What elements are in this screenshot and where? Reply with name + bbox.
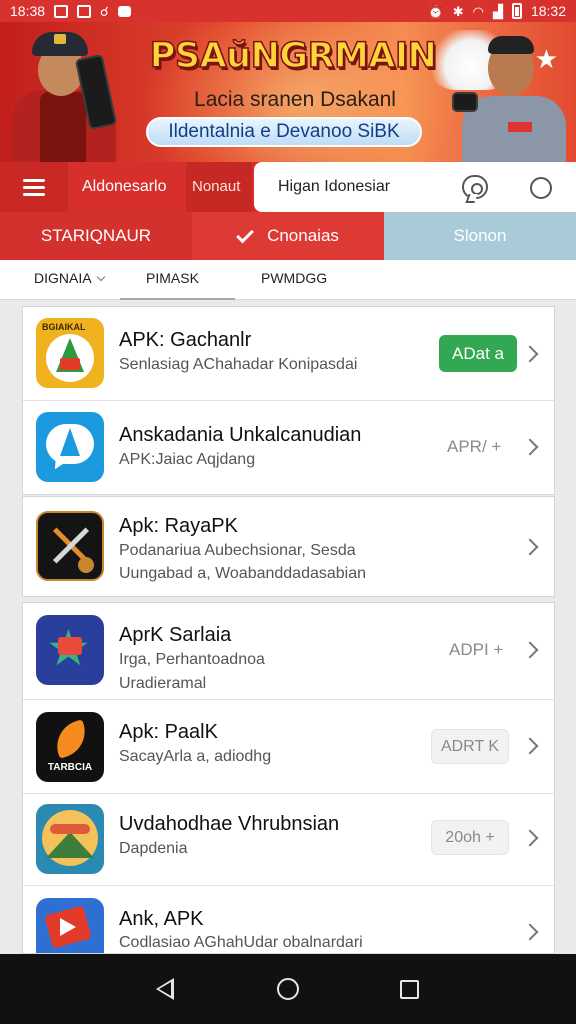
app-subtitle-2: Uungabad a, Woabanddadasabian xyxy=(119,565,367,582)
chevron-right-icon xyxy=(521,345,539,363)
search-row: Aldonesarlo Nonaut Higan Idonesiar xyxy=(0,162,576,212)
list-item[interactable]: BGIAIKAL APK: Gachanlr Senlasiag AChahad… xyxy=(23,307,554,401)
app-icon xyxy=(36,511,104,581)
tab-2-label: Cnonaias xyxy=(267,226,339,245)
chevron-right-icon xyxy=(521,737,539,755)
app-subtitle: Dapdenia xyxy=(119,840,188,857)
banner-pill: Ildentalnia e Devanoo SiBK xyxy=(146,117,422,147)
promo-banner[interactable]: ★ PSAŭNGRMAIN Lacia sranen Dsakanl Ilden… xyxy=(0,22,576,162)
signal-icon: ▟ xyxy=(492,3,503,19)
search-input[interactable]: Higan Idonesiar xyxy=(254,162,576,212)
download-label[interactable]: ADPI + xyxy=(449,640,503,660)
chat-icon[interactable] xyxy=(462,175,488,199)
wifi-icon: ◠ xyxy=(472,3,484,19)
notification-icon xyxy=(77,4,92,18)
banner-subtitle: Lacia sranen Dsakanl xyxy=(194,88,396,111)
app-title: Uvdahodhae Vhrubnsian xyxy=(119,813,340,835)
tab-3[interactable]: Slonon xyxy=(384,212,576,260)
banner-title: PSAŭNGRMAIN xyxy=(149,35,438,77)
chevron-right-icon xyxy=(521,641,539,659)
app-title: Ank, APK xyxy=(119,908,204,930)
list-item[interactable]: TARBCIA Apk: PaalK SacayArla a, adiodhg … xyxy=(23,700,554,794)
list-item[interactable]: Uvdahodhae Vhrubnsian Dapdenia 20oh + xyxy=(23,794,554,886)
notification-icon xyxy=(54,4,69,18)
download-label[interactable]: APR/ + xyxy=(447,437,501,457)
status-time-right: 18:32 xyxy=(530,3,566,19)
app-subtitle: SacayArla a, adiodhg xyxy=(119,748,272,765)
app-subtitle: Podanariua Aubechsionar, Sesda xyxy=(119,542,356,559)
messenger-icon: ☌ xyxy=(100,3,109,19)
app-title: APK: Gachanlr xyxy=(119,329,252,351)
app-icon xyxy=(36,804,104,874)
menu-icon[interactable] xyxy=(0,162,68,212)
subtab-1-label: DIGNAIA xyxy=(34,270,92,286)
home-icon[interactable] xyxy=(277,978,299,1000)
app-subtitle: Codlasiao AGhahUdar obalnardari xyxy=(119,934,363,951)
tab-1[interactable]: STARIQNAUR xyxy=(0,212,192,260)
app-icon xyxy=(36,898,104,953)
chevron-right-icon xyxy=(521,829,539,847)
app-subtitle: Irga, Perhantoadnoa xyxy=(119,651,265,668)
back-icon[interactable] xyxy=(156,978,174,1000)
app-list-card: ★ AprK Sarlaia Irga, Perhantoadnoa Uradi… xyxy=(22,602,555,954)
app-icon xyxy=(36,412,104,482)
check-icon xyxy=(236,225,254,243)
app-title: Apk: PaalK xyxy=(119,721,218,743)
bluetooth-icon: ✱ xyxy=(452,3,464,19)
tab-2[interactable]: Cnonaias xyxy=(192,212,384,260)
banner-figure-left xyxy=(0,22,140,162)
app-subtitle: APK:Jaiac Aqjdang xyxy=(119,451,256,468)
system-nav-bar xyxy=(0,954,576,1024)
list-item[interactable]: Ank, APK Codlasiao AGhahUdar obalnardari xyxy=(23,886,554,953)
notification-icon xyxy=(117,5,131,17)
search-input-value: Higan Idonesiar xyxy=(278,178,391,195)
app-subtitle-2: Uradieramal xyxy=(119,675,207,692)
download-button[interactable]: ADRT K xyxy=(431,729,509,764)
battery-icon xyxy=(511,3,522,19)
app-subtitle: Senlasiag AChahadar Konipasdai xyxy=(119,356,358,373)
app-icon: TARBCIA xyxy=(36,712,104,782)
list-item[interactable]: ★ AprK Sarlaia Irga, Perhantoadnoa Uradi… xyxy=(23,603,554,700)
app-list-card: Apk: RayaPK Podanariua Aubechsionar, Ses… xyxy=(22,496,555,597)
app-icon: ★ xyxy=(36,615,104,685)
subtab-3[interactable]: PWMDGG xyxy=(235,260,355,300)
alarm-icon: ⏰ xyxy=(427,3,444,19)
chevron-down-icon xyxy=(96,272,105,282)
circle-icon[interactable] xyxy=(530,177,552,199)
app-icon: BGIAIKAL xyxy=(36,318,104,388)
chevron-right-icon xyxy=(521,923,539,941)
chevron-right-icon xyxy=(521,538,539,556)
recent-apps-icon[interactable] xyxy=(400,980,419,999)
sub-location-selector[interactable]: Nonaut xyxy=(186,162,252,212)
download-button[interactable]: ADat a xyxy=(439,335,517,372)
list-item[interactable]: Apk: RayaPK Podanariua Aubechsionar, Ses… xyxy=(23,497,554,598)
subtab-1[interactable]: DIGNAIA xyxy=(0,260,120,300)
status-bar: 18:38 ☌ ⏰ ✱ ◠ ▟ 18:32 xyxy=(0,0,576,22)
app-list-card: BGIAIKAL APK: Gachanlr Senlasiag AChahad… xyxy=(22,306,555,495)
chevron-right-icon xyxy=(521,438,539,456)
download-button[interactable]: 20oh + xyxy=(431,820,509,855)
location-selector[interactable]: Aldonesarlo xyxy=(68,162,186,212)
status-time: 18:38 xyxy=(10,3,46,19)
subtab-2[interactable]: PIMASK xyxy=(120,260,235,300)
app-title: Apk: RayaPK xyxy=(119,515,238,537)
list-item[interactable]: Anskadania Unkalcanudian APK:Jaiac Aqjda… xyxy=(23,401,554,495)
app-title: AprK Sarlaia xyxy=(119,624,232,646)
sub-tabs: DIGNAIA PIMASK PWMDGG xyxy=(0,260,576,300)
banner-figure-right xyxy=(440,22,576,162)
main-tabs: STARIQNAUR Cnonaias Slonon xyxy=(0,212,576,260)
app-title: Anskadania Unkalcanudian xyxy=(119,424,362,446)
